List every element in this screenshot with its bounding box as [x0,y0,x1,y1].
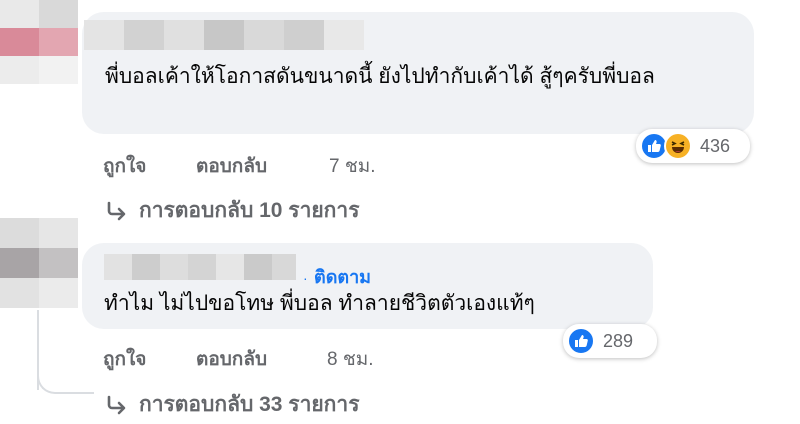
like-button[interactable]: ถูกใจ [103,151,146,181]
avatar[interactable] [0,218,78,308]
view-replies-button[interactable]: การตอบกลับ 10 รายการ [105,194,359,227]
like-button[interactable]: ถูกใจ [103,344,146,374]
replies-label: การตอบกลับ 33 รายการ [139,393,360,416]
reply-button[interactable]: ตอบกลับ [196,151,267,181]
reply-button[interactable]: ตอบกลับ [196,344,267,374]
reply-arrow-icon [107,395,126,414]
reactions-summary[interactable]: 289 [563,324,657,358]
timestamp[interactable]: 7 ชม. [329,151,376,181]
comment-text: ทำไม ไม่ไปขอโทษ พี่บอล ทำลายชีวิตตัวเองแ… [104,292,535,315]
timestamp[interactable]: 8 ชม. [327,344,374,374]
haha-icon [664,132,692,160]
like-icon [567,327,595,355]
author-name-blurred[interactable] [104,254,296,280]
reaction-count: 436 [700,135,731,156]
reactions-summary[interactable]: 436 [636,129,750,163]
reply-arrow-icon [107,201,126,220]
avatar[interactable] [0,0,78,84]
thread-connector [37,362,94,394]
comment-text: พี่บอลเค้าให้โอกาสดันขนาดนี้ ยังไปทำกับเ… [105,65,655,88]
view-replies-button[interactable]: การตอบกลับ 33 รายการ [105,388,359,421]
reaction-count: 289 [603,330,634,351]
author-name-blurred[interactable] [84,20,364,50]
replies-label: การตอบกลับ 10 รายการ [139,199,360,222]
separator-dot: · [303,270,308,286]
